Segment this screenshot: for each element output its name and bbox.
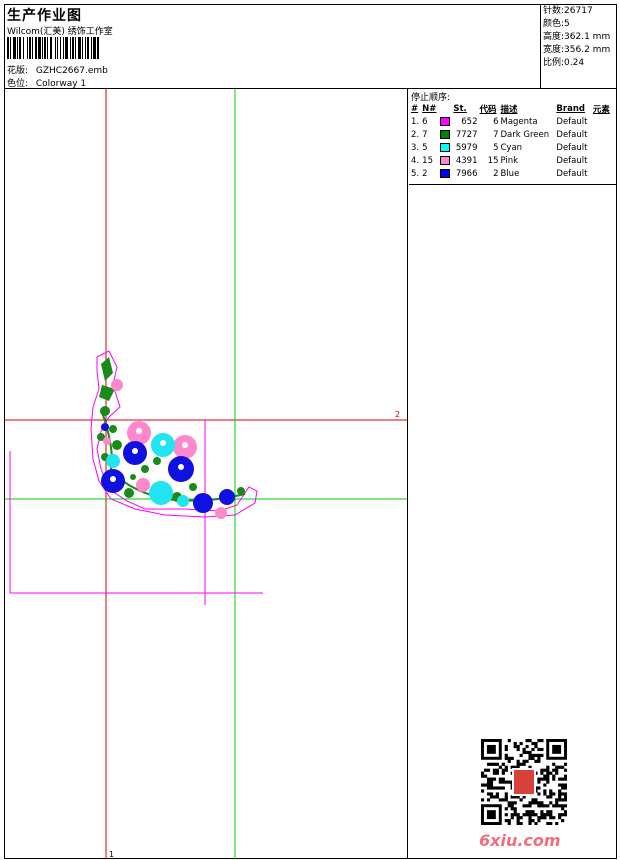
embroidery-preview: 2 1 bbox=[5, 89, 407, 859]
stat-scale: 比例:0.24 bbox=[543, 58, 585, 68]
row-code: 6 bbox=[493, 116, 499, 127]
col-swatch bbox=[440, 102, 453, 115]
design-canvas[interactable]: 2 1 bbox=[5, 89, 408, 859]
color-swatch bbox=[440, 155, 451, 165]
design-file-line: 花版: GZHC2667.emb bbox=[7, 63, 108, 76]
col-index: # bbox=[411, 103, 419, 114]
stop-sequence-table: # N# St. 代码 描述 Brand 元素 1. 6 652 6 Magenta De… bbox=[411, 102, 614, 180]
row-code: 2 bbox=[493, 168, 499, 179]
sheet-header: 生产作业图 Wilcom(汇美) 绣饰工作室 花版: GZHC2667.emb … bbox=[5, 5, 616, 89]
row-stitches: 7966 bbox=[455, 168, 478, 179]
page-title: 生产作业图 bbox=[7, 8, 82, 24]
row-desc: Cyan bbox=[500, 142, 523, 153]
colorway-value: Colorway 1 bbox=[35, 79, 87, 89]
table-row[interactable]: 4. 15 4391 15 Pink Default bbox=[411, 154, 614, 167]
row-desc: Pink bbox=[500, 155, 519, 166]
row-needle: 5 bbox=[422, 142, 428, 153]
qr-code-icon bbox=[481, 739, 567, 825]
row-stitches: 5979 bbox=[455, 142, 478, 153]
row-desc: Blue bbox=[500, 168, 520, 179]
row-stitches: 652 bbox=[461, 116, 478, 127]
table-header-row: # N# St. 代码 描述 Brand 元素 bbox=[411, 102, 614, 115]
row-element bbox=[593, 128, 614, 141]
stats-panel: 针数:26717 颜色:5 高度:362.1 mm 宽度:356.2 mm 比例… bbox=[540, 5, 616, 89]
stat-colors: 颜色:5 bbox=[543, 19, 570, 29]
color-swatch bbox=[440, 168, 451, 178]
header-left: 生产作业图 Wilcom(汇美) 绣饰工作室 花版: GZHC2667.emb … bbox=[7, 5, 537, 89]
row-code: 5 bbox=[493, 142, 499, 153]
row-index: 5. bbox=[411, 168, 420, 179]
row-needle: 7 bbox=[422, 129, 428, 140]
row-code: 7 bbox=[493, 129, 499, 140]
row-desc: Dark Green bbox=[500, 129, 550, 140]
col-needle: N# bbox=[422, 103, 437, 114]
row-stitches: 4391 bbox=[455, 155, 478, 166]
studio-name: Wilcom(汇美) 绣饰工作室 bbox=[7, 27, 113, 37]
row-element bbox=[593, 154, 614, 167]
row-swatch bbox=[440, 141, 453, 154]
barcode-icon bbox=[7, 37, 99, 59]
col-element: 元素 bbox=[592, 104, 610, 115]
col-stitches: St. bbox=[453, 103, 467, 114]
table-row[interactable]: 3. 5 5979 5 Cyan Default bbox=[411, 141, 614, 154]
row-swatch bbox=[440, 128, 453, 141]
row-brand: Default bbox=[556, 129, 588, 140]
design-file-name: GZHC2667.emb bbox=[35, 66, 108, 76]
row-needle: 15 bbox=[422, 155, 433, 166]
design-label: 花版: bbox=[7, 66, 29, 76]
row-swatch bbox=[440, 167, 453, 180]
stat-height: 高度:362.1 mm bbox=[543, 32, 611, 42]
col-code: 代码 bbox=[479, 104, 497, 115]
marker-bottom: 1 bbox=[109, 850, 114, 859]
row-needle: 6 bbox=[422, 116, 428, 127]
col-desc: 描述 bbox=[500, 104, 518, 115]
row-desc: Magenta bbox=[500, 116, 538, 127]
stat-width: 宽度:356.2 mm bbox=[543, 45, 611, 55]
row-code: 15 bbox=[487, 155, 499, 166]
row-brand: Default bbox=[556, 168, 588, 179]
row-index: 3. bbox=[411, 142, 420, 153]
table-row[interactable]: 2. 7 7727 7 Dark Green Default bbox=[411, 128, 614, 141]
row-element bbox=[593, 167, 614, 180]
watermark: 6xiu.com bbox=[479, 831, 561, 850]
production-sheet: 生产作业图 Wilcom(汇美) 绣饰工作室 花版: GZHC2667.emb … bbox=[4, 4, 617, 859]
row-brand: Default bbox=[556, 155, 588, 166]
row-swatch bbox=[440, 154, 453, 167]
row-index: 4. bbox=[411, 155, 420, 166]
table-row[interactable]: 5. 2 7966 2 Blue Default bbox=[411, 167, 614, 180]
color-swatch bbox=[440, 129, 451, 139]
colorway-line: 色位: Colorway 1 bbox=[7, 76, 86, 89]
col-brand: Brand bbox=[556, 103, 585, 114]
row-index: 2. bbox=[411, 129, 420, 140]
table-row[interactable]: 1. 6 652 6 Magenta Default bbox=[411, 115, 614, 128]
stop-sequence-title: 停止顺序: bbox=[411, 93, 451, 103]
row-needle: 2 bbox=[422, 168, 428, 179]
row-swatch bbox=[440, 115, 453, 128]
row-stitches: 7727 bbox=[455, 129, 478, 140]
color-swatch bbox=[440, 142, 451, 152]
marker-right: 2 bbox=[395, 410, 400, 419]
colorway-label: 色位: bbox=[7, 79, 29, 89]
stop-sequence-panel: 停止顺序: # N# St. 代码 描述 Brand 元素 1. 6 652 6 Mag… bbox=[409, 89, 616, 185]
row-index: 1. bbox=[411, 116, 420, 127]
row-element bbox=[593, 141, 614, 154]
row-element bbox=[593, 115, 614, 128]
stat-stitches: 针数:26717 bbox=[543, 6, 593, 16]
row-brand: Default bbox=[556, 142, 588, 153]
row-brand: Default bbox=[556, 116, 588, 127]
color-swatch bbox=[440, 116, 451, 126]
